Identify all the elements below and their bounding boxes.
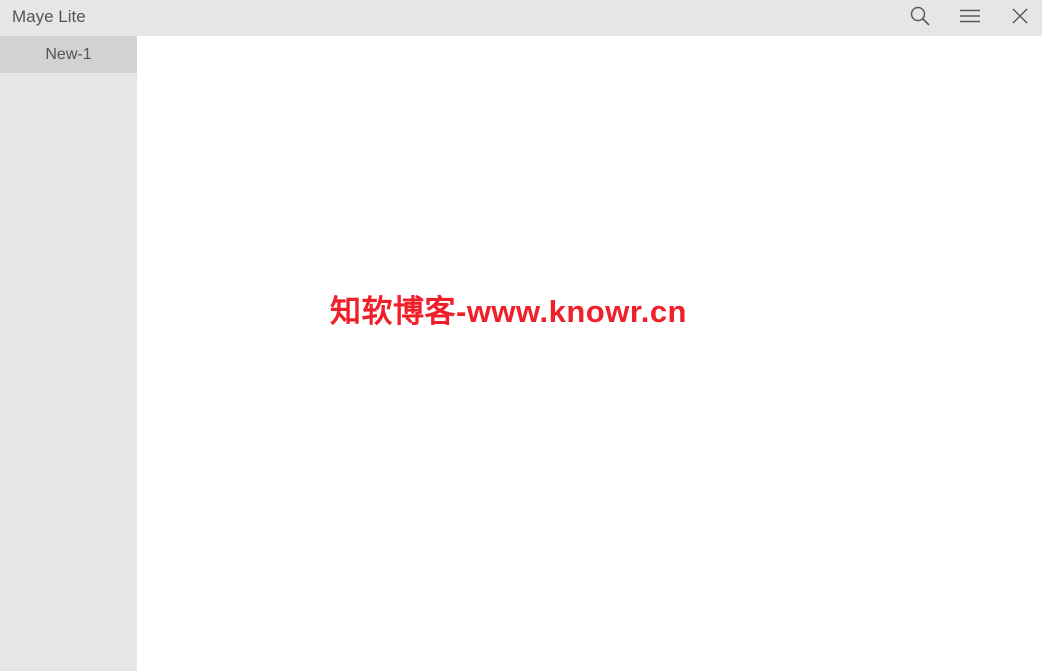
watermark-text: 知软博客-www.knowr.cn [330, 294, 687, 329]
title-bar: Maye Lite [0, 0, 1042, 36]
tab-new-1[interactable]: New-1 [0, 36, 137, 73]
editor-area[interactable] [137, 36, 1042, 671]
hamburger-menu-icon [960, 9, 980, 23]
tab-sidebar: New-1 [0, 36, 137, 671]
app-title: Maye Lite [12, 7, 86, 26]
tab-label: New-1 [45, 45, 92, 63]
menu-button[interactable] [948, 0, 992, 32]
search-icon [910, 6, 930, 26]
close-button[interactable] [998, 0, 1042, 32]
close-icon [1012, 8, 1028, 24]
search-button[interactable] [898, 0, 942, 32]
